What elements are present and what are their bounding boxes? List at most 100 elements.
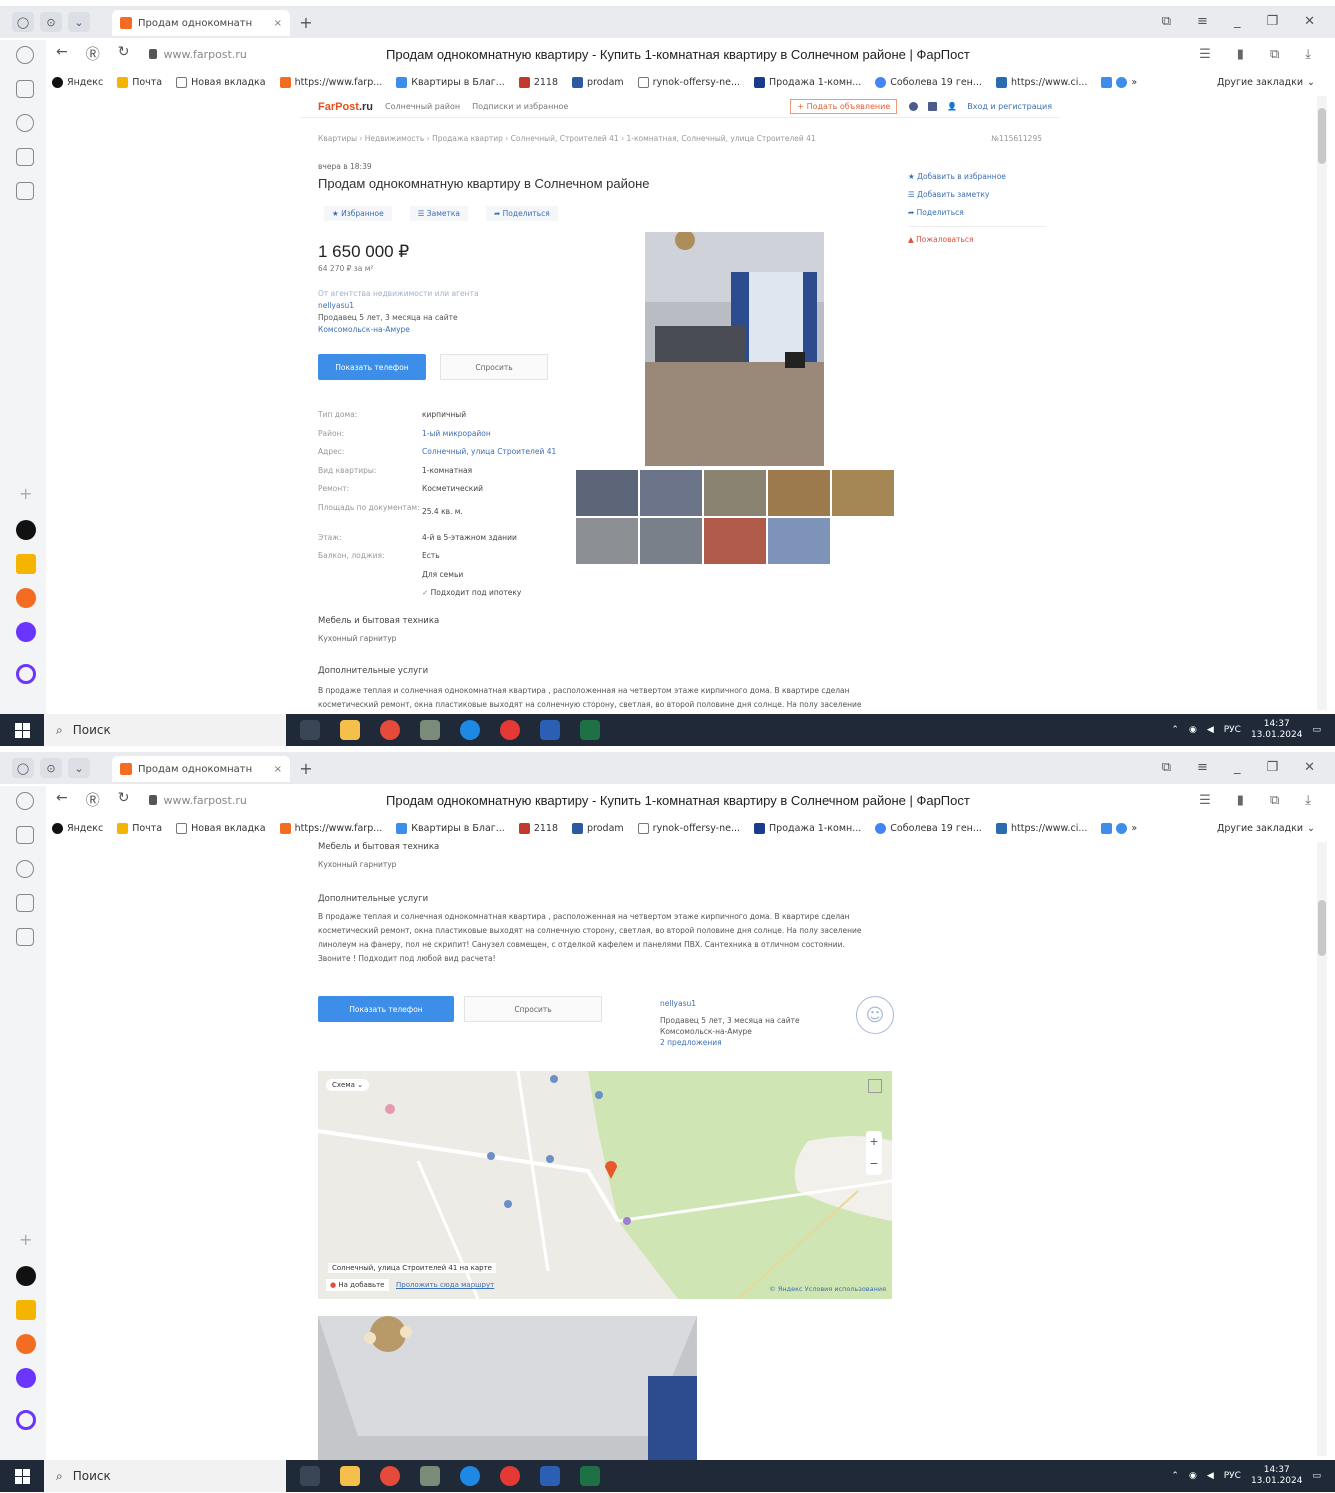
app-icon[interactable] (420, 720, 440, 740)
bookmark-item[interactable]: Продажа 1-комн... (754, 822, 861, 834)
seller-offers-link[interactable]: 2 предложения (660, 1037, 800, 1048)
app-icon[interactable] (16, 664, 36, 684)
seller-name[interactable]: nellyasu1 (660, 998, 800, 1009)
chevron-down-icon[interactable]: ⌄ (68, 12, 90, 32)
reload-icon[interactable]: ↻ (118, 44, 130, 64)
photo-thumbnail[interactable] (640, 470, 702, 516)
address-link[interactable]: Солнечный, улица Строителей 41 (422, 443, 556, 462)
ask-button[interactable]: Спросить (464, 996, 602, 1022)
close-window-icon[interactable]: ✕ (1304, 760, 1315, 775)
app-icon[interactable] (16, 520, 36, 540)
screenshot-icon[interactable] (16, 928, 34, 946)
minimize-icon[interactable]: _ (1234, 14, 1241, 29)
fullscreen-icon[interactable] (868, 1079, 882, 1093)
back-icon[interactable]: ← (56, 44, 68, 64)
menu-icon[interactable]: ≡ (1197, 14, 1208, 29)
clock[interactable]: 14:37 13.01.2024 (1251, 1465, 1303, 1487)
bookmark-item[interactable]: Продажа 1-комн... (754, 76, 861, 88)
restore-icon[interactable]: ❐ (1266, 760, 1278, 775)
collections-icon[interactable]: ⧉ (1270, 47, 1279, 62)
bookmark-item[interactable]: prodam (572, 822, 624, 834)
yandex-browser-icon[interactable] (380, 720, 400, 740)
start-button[interactable] (0, 1460, 44, 1492)
window-icon[interactable] (16, 894, 34, 912)
add-panel-icon[interactable]: + (19, 484, 32, 503)
volume-icon[interactable]: ◀ (1207, 1471, 1214, 1481)
language-indicator[interactable]: РУС (1224, 725, 1241, 735)
app-icon[interactable] (16, 554, 36, 574)
photo-thumbnail[interactable] (704, 470, 766, 516)
bookmark-item[interactable]: Почта (117, 76, 162, 88)
bookmark-item[interactable]: Квартиры в Благ... (396, 76, 505, 88)
show-phone-button[interactable]: Показать телефон (318, 996, 454, 1022)
bookmark-item[interactable]: https://www.farp... (279, 76, 382, 88)
add-favorite-link[interactable]: ★ Добавить в избранное (908, 168, 1046, 186)
bookmark-item[interactable]: https://www.farp... (279, 822, 382, 834)
excel-icon[interactable] (580, 720, 600, 740)
photo-thumbnail[interactable] (768, 518, 830, 564)
notifications-icon[interactable]: ▭ (1312, 1471, 1321, 1481)
bookmark-item[interactable]: rynok-offersy-ne... (637, 76, 740, 88)
app-icon[interactable] (16, 1266, 36, 1286)
restore-icon[interactable]: ❐ (1266, 14, 1278, 29)
bookmark-item[interactable]: prodam (572, 76, 624, 88)
photo-thumbnail[interactable] (704, 518, 766, 564)
share-link[interactable]: ➦ Поделиться (908, 204, 1046, 222)
bookmark-item[interactable]: 2118 (518, 822, 558, 834)
scrollbar-thumb[interactable] (1318, 900, 1326, 956)
other-bookmarks[interactable]: Другие закладки ⌄ (1217, 77, 1315, 88)
edge-icon[interactable] (460, 720, 480, 740)
bookmark-item[interactable]: https://www.ci... (995, 76, 1087, 88)
messages-icon[interactable] (909, 102, 919, 111)
bookmark-item[interactable]: Новая вкладка (176, 822, 266, 834)
zoom-control[interactable]: + − (866, 1131, 882, 1175)
menu-icon[interactable]: ≡ (1197, 760, 1208, 775)
route-link[interactable]: Проложить сюда маршрут (396, 1281, 494, 1289)
language-indicator[interactable]: РУС (1224, 1471, 1241, 1481)
note-button[interactable]: ☰ Заметка (409, 206, 468, 221)
reader-icon[interactable]: ☰ (1199, 793, 1211, 808)
wallet-icon[interactable] (928, 102, 938, 111)
bookmark-item[interactable]: 2118 (518, 76, 558, 88)
word-icon[interactable] (540, 720, 560, 740)
bookmark-item[interactable]: Соболева 19 ген... (875, 822, 982, 834)
download-icon[interactable]: ⤓ (1305, 793, 1311, 808)
location-map[interactable]: Схема ⌄ + − Солнечный, улица Строителей 4… (318, 1071, 892, 1299)
word-icon[interactable] (540, 1466, 560, 1486)
new-tab-button[interactable]: + (296, 760, 316, 780)
notifications-icon[interactable]: ▭ (1312, 725, 1321, 735)
scrollbar-thumb[interactable] (1318, 108, 1326, 164)
ask-button[interactable]: Спросить (440, 354, 548, 380)
app-icon[interactable] (420, 1466, 440, 1486)
tray-chevron-icon[interactable]: ⌃ (1171, 1471, 1179, 1481)
back-icon[interactable]: ← (56, 790, 68, 810)
file-explorer-icon[interactable] (340, 1466, 360, 1486)
start-button[interactable] (0, 714, 44, 746)
photo-thumbnail[interactable] (768, 470, 830, 516)
seller-name[interactable]: nellyasu1 (318, 300, 479, 312)
screenshot-icon[interactable] (16, 182, 34, 200)
bookmark-item[interactable]: Квартиры в Благ... (396, 822, 505, 834)
profile-icon[interactable]: ◯ (12, 758, 34, 778)
district-link[interactable]: 1-ый микрорайон (422, 425, 491, 444)
tab-active[interactable]: Продам однокомнатн × (112, 10, 290, 36)
bookmarks-panel-icon[interactable]: ⧉ (1162, 760, 1171, 775)
map-provider[interactable]: © Яндекс Условия использования (769, 1285, 886, 1293)
map-favorite-button[interactable]: ● На добавьте (326, 1279, 389, 1291)
page-scrollbar[interactable] (1317, 96, 1327, 710)
submit-ad-button[interactable]: + Подать объявление (790, 99, 898, 114)
yandex-icon[interactable] (500, 720, 520, 740)
play-icon[interactable] (16, 860, 34, 878)
network-icon[interactable]: ◉ (1189, 725, 1197, 735)
bookmark-item[interactable]: rynok-offersy-ne... (637, 822, 740, 834)
site-logo[interactable]: FarPost.ru (318, 101, 373, 113)
photo-thumbnail[interactable] (576, 470, 638, 516)
listing-photo[interactable] (318, 1316, 697, 1466)
bookmark-item[interactable]: Яндекс (52, 822, 103, 834)
avatar[interactable]: ☺ (856, 996, 894, 1034)
url-field[interactable]: www.farpost.ru (149, 794, 247, 807)
app-icon[interactable] (16, 1410, 36, 1430)
bookmark-icon[interactable]: ▮ (1237, 793, 1244, 808)
collections-icon[interactable]: ⧉ (1270, 793, 1279, 808)
tabs-icon[interactable] (16, 80, 34, 98)
